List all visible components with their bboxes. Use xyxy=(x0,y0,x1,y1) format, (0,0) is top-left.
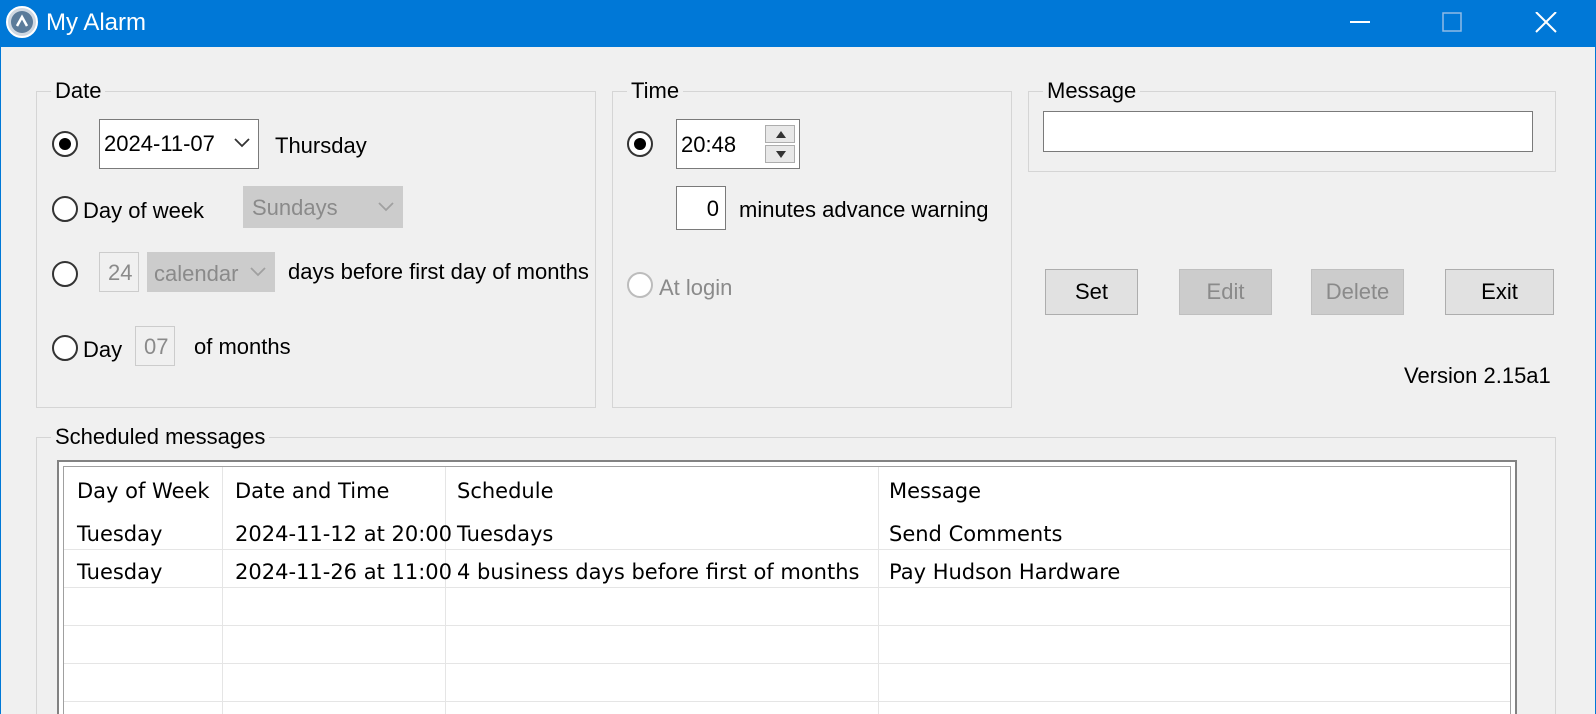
time-spin-up-button[interactable] xyxy=(765,125,795,143)
day-of-month-value: 07 xyxy=(144,334,169,359)
date-radio[interactable] xyxy=(52,131,78,157)
day-of-month-radio[interactable] xyxy=(52,335,78,361)
version-label: Version 2.15a1 xyxy=(1404,363,1551,388)
days-type-value: calendar xyxy=(154,261,239,286)
table-cell: Tuesday xyxy=(77,560,163,584)
advance-warning-value: 0 xyxy=(706,196,719,221)
days-before-value: 24 xyxy=(108,260,133,285)
time-group-legend: Time xyxy=(627,78,684,104)
edit-button[interactable]: Edit xyxy=(1179,269,1272,315)
date-picker[interactable]: 2024-11-07 xyxy=(99,119,259,169)
table-cell: Tuesday xyxy=(77,522,163,546)
message-input[interactable] xyxy=(1043,111,1533,152)
day-of-week-label: Day of week xyxy=(83,198,205,223)
set-button[interactable]: Set xyxy=(1045,269,1138,315)
date-picker-value: 2024-11-07 xyxy=(104,131,215,156)
days-before-label: days before first day of months xyxy=(288,259,589,284)
column-header-day-of-week[interactable]: Day of Week xyxy=(77,479,210,503)
table-cell: 2024-11-12 at 20:00 xyxy=(235,522,453,546)
time-input[interactable]: 20:48 xyxy=(676,119,800,169)
table-cell: 4 business days before first of months xyxy=(457,560,860,584)
column-header-date-and-time[interactable]: Date and Time xyxy=(235,479,389,503)
message-group-legend: Message xyxy=(1043,78,1141,104)
date-group: Date 2024-11-07 Thursday Day of week Sun… xyxy=(36,78,596,408)
maximize-button[interactable] xyxy=(1406,0,1498,47)
maximize-icon xyxy=(1442,12,1462,32)
list-header: Day of Week Date and Time Schedule Messa… xyxy=(64,467,1510,511)
day-of-week-value: Sundays xyxy=(252,195,338,220)
chevron-down-icon xyxy=(250,267,266,277)
minimize-icon xyxy=(1350,21,1370,23)
day-label: Day xyxy=(83,337,123,362)
time-spin-down-button[interactable] xyxy=(765,145,795,163)
time-group: Time 20:48 0 minutes advance warning At … xyxy=(612,78,1012,408)
time-radio[interactable] xyxy=(627,131,653,157)
advance-warning-label: minutes advance warning xyxy=(739,197,989,222)
table-cell: Pay Hudson Hardware xyxy=(889,560,1121,584)
delete-button[interactable]: Delete xyxy=(1311,269,1404,315)
weekday-label: Thursday xyxy=(275,133,367,158)
days-before-radio[interactable] xyxy=(52,261,78,287)
at-login-radio[interactable] xyxy=(627,272,653,298)
arrow-down-icon xyxy=(776,151,786,158)
chevron-down-icon xyxy=(234,138,250,148)
column-header-schedule[interactable]: Schedule xyxy=(457,479,554,503)
table-cell: 2024-11-26 at 11:00 xyxy=(235,560,453,584)
close-button[interactable] xyxy=(1500,0,1592,47)
table-cell: Send Comments xyxy=(889,522,1063,546)
window-title: My Alarm xyxy=(46,9,147,36)
days-type-select[interactable]: calendar xyxy=(147,252,275,292)
arrow-up-icon xyxy=(776,131,786,138)
column-header-message[interactable]: Message xyxy=(889,479,981,503)
alarm-app-icon[interactable] xyxy=(6,6,38,38)
at-login-label: At login xyxy=(659,275,733,300)
day-of-week-radio[interactable] xyxy=(52,196,78,222)
of-months-label: of months xyxy=(194,334,291,359)
title-bar[interactable]: My Alarm xyxy=(0,0,1596,47)
message-group: Message xyxy=(1028,78,1556,172)
advance-warning-input[interactable]: 0 xyxy=(676,186,726,230)
days-before-input[interactable]: 24 xyxy=(99,252,139,292)
day-of-week-select[interactable]: Sundays xyxy=(243,186,403,228)
exit-button[interactable]: Exit xyxy=(1445,269,1554,315)
minimize-button[interactable] xyxy=(1314,0,1406,47)
chevron-down-icon xyxy=(378,202,394,212)
day-of-month-input[interactable]: 07 xyxy=(135,326,175,366)
close-icon xyxy=(1535,12,1557,33)
time-value: 20:48 xyxy=(681,132,737,157)
scheduled-messages-list[interactable]: Day of Week Date and Time Schedule Messa… xyxy=(57,460,1517,714)
table-cell: Tuesdays xyxy=(457,522,554,546)
date-group-legend: Date xyxy=(51,78,106,104)
scheduled-group-legend: Scheduled messages xyxy=(51,424,270,450)
main-window: Date 2024-11-07 Thursday Day of week Sun… xyxy=(0,47,1596,714)
